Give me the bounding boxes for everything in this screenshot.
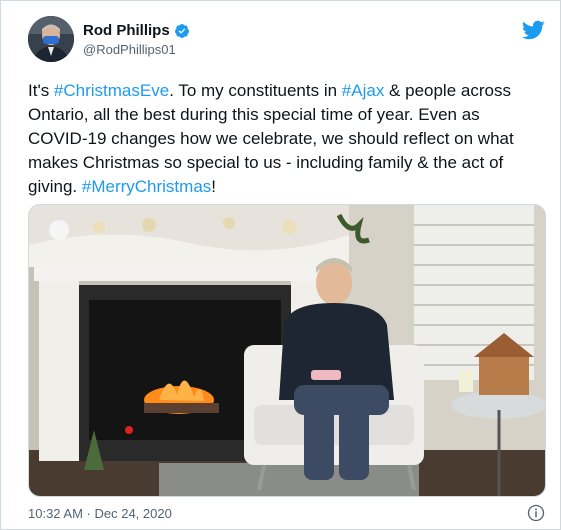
tweet-card: Rod Phillips @RodPhillips01 It's #Christ… <box>0 0 561 530</box>
avatar[interactable] <box>28 16 74 62</box>
tweet-text-segment: . To my constituents in <box>169 81 342 100</box>
author-name[interactable]: Rod Phillips <box>83 22 170 39</box>
author-name-row: Rod Phillips <box>83 22 190 39</box>
info-icon[interactable] <box>527 504 545 522</box>
verified-badge-icon <box>174 23 189 38</box>
tweet-text-segment: ! <box>211 177 217 196</box>
hashtag-link[interactable]: #Ajax <box>342 81 385 100</box>
author-handle[interactable]: @RodPhillips01 <box>83 42 176 57</box>
tweet-text: It's #ChristmasEve. To my constituents i… <box>28 79 538 199</box>
hashtag-link[interactable]: #ChristmasEve <box>54 81 169 100</box>
avatar-photo <box>28 16 74 62</box>
twitter-bird-icon[interactable] <box>521 18 545 42</box>
tweet-media[interactable] <box>28 204 546 497</box>
tweet-text-segment: It's <box>28 81 54 100</box>
video-thumbnail <box>29 205 545 496</box>
hashtag-link[interactable]: #MerryChristmas <box>82 177 211 196</box>
tweet-timestamp[interactable]: 10:32 AM · Dec 24, 2020 <box>28 506 172 521</box>
